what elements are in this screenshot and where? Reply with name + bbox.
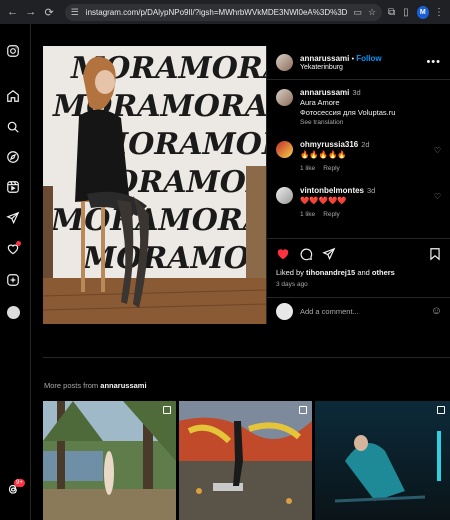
comments-list: annarussami 3d Aura Amore Фотосессия для … [267, 80, 450, 220]
author-username[interactable]: annarussami [300, 54, 349, 63]
profile-avatar[interactable] [5, 304, 21, 320]
address-bar[interactable]: ☰ instagram.com/p/DAlypNPo9Il/?igsh=MWhr… [64, 3, 383, 21]
comment-username[interactable]: vintonbelmontes [300, 186, 364, 195]
comment-text: ❤️❤️❤️❤️❤️ [300, 196, 347, 205]
save-bookmark-icon[interactable] [428, 247, 442, 261]
bookmark-star-icon[interactable]: ☆ [368, 7, 376, 18]
follow-button[interactable]: Follow [356, 54, 381, 63]
comment-item: vintonbelmontes 3d ❤️❤️❤️❤️❤️ 1 like Reply… [276, 186, 441, 220]
comment-like-heart-icon[interactable]: ♡ [434, 192, 441, 201]
url-text[interactable]: instagram.com/p/DAlypNPo9Il/?igsh=MWhrbW… [86, 8, 348, 17]
home-icon[interactable] [5, 88, 21, 104]
post-actions: Liked by tihonandrej15 and others 3 days… [267, 238, 450, 288]
liked-by-prefix: Liked by [276, 268, 304, 277]
reload-icon[interactable]: ⟳ [43, 5, 56, 19]
cast-icon[interactable]: ▭ [353, 7, 362, 18]
messages-send-icon[interactable] [5, 210, 21, 226]
search-icon[interactable] [5, 119, 21, 135]
liked-by-and: and [357, 268, 370, 277]
comment-like-heart-icon[interactable]: ♡ [434, 146, 441, 155]
post-photo[interactable]: MORAMORA MORAMORA MORAMORA MORAMORA MORA… [43, 46, 266, 324]
side-panel-icon[interactable]: ▯ [403, 7, 409, 18]
post-timestamp[interactable]: 3 days ago [276, 281, 442, 288]
caption: annarussami 3d Aura Amore Фотосессия для … [276, 88, 441, 128]
forward-icon[interactable]: → [24, 5, 37, 19]
caption-line: Фотосессия для Voluptas.ru [300, 108, 396, 117]
avatar[interactable] [276, 141, 293, 158]
section-divider [43, 357, 450, 358]
instagram-logo-icon[interactable] [5, 43, 21, 59]
post-header: annarussami • Follow Yekaterinburg ••• [267, 46, 450, 80]
liked-heart-icon[interactable] [276, 247, 290, 261]
post-location[interactable]: Yekaterinburg [300, 64, 382, 71]
post-details-panel: annarussami • Follow Yekaterinburg ••• a… [266, 46, 450, 324]
create-plus-icon[interactable] [5, 272, 21, 288]
see-translation-link[interactable]: See translation [300, 118, 395, 128]
more-posts-username[interactable]: annarussami [100, 381, 146, 390]
notification-badge: 9+ [14, 479, 25, 487]
comment-item: ohmyrussia316 2d 🔥🔥🔥🔥🔥 1 like Reply ♡ [276, 140, 441, 174]
comment-likes[interactable]: 1 like [300, 165, 315, 172]
threads-icon[interactable]: 9+ [5, 479, 25, 497]
liked-by-text: Liked by tihonandrej15 and others [276, 268, 442, 277]
comment-text: 🔥🔥🔥🔥🔥 [300, 150, 347, 159]
backdrop-text: MORAMORA [82, 241, 266, 276]
liked-by-others[interactable]: others [372, 268, 395, 277]
browser-menu-icon[interactable]: ⋮ [434, 7, 444, 18]
reply-button[interactable]: Reply [323, 165, 340, 172]
liked-by-user[interactable]: tihonandrej15 [306, 268, 355, 277]
caption-line: Aura Amore [300, 98, 340, 107]
caption-time[interactable]: 3d [352, 88, 360, 97]
avatar [276, 302, 293, 320]
avatar[interactable] [276, 89, 293, 106]
post-thumbnail[interactable] [315, 401, 450, 520]
browser-toolbar: ← → ⟳ ☰ instagram.com/p/DAlypNPo9Il/?igs… [0, 0, 450, 24]
more-posts-heading: More posts from annarussami [44, 381, 147, 390]
carousel-icon [299, 406, 307, 414]
explore-compass-icon[interactable] [5, 149, 21, 165]
extensions-icon[interactable]: ⧉ [388, 7, 395, 18]
caption-username[interactable]: annarussami [300, 88, 349, 97]
emoji-picker-icon[interactable]: ☺ [431, 305, 442, 317]
notifications-heart-icon[interactable] [5, 241, 21, 257]
comment-time: 2d [361, 140, 370, 149]
reels-icon[interactable] [5, 179, 21, 195]
post-thumbnail[interactable] [179, 401, 312, 520]
comment-time: 3d [367, 186, 376, 195]
notification-dot [16, 241, 21, 246]
avatar [6, 305, 20, 319]
back-icon[interactable]: ← [6, 5, 19, 19]
share-send-icon[interactable] [322, 247, 336, 261]
reply-button[interactable]: Reply [323, 211, 340, 218]
comment-username[interactable]: ohmyrussia316 [300, 140, 358, 149]
sidebar: 9+ [0, 24, 31, 520]
post-thumbnail[interactable] [43, 401, 176, 520]
more-options-icon[interactable]: ••• [426, 56, 441, 68]
comment-bubble-icon[interactable] [299, 247, 313, 261]
browser-profile-avatar[interactable]: M [416, 5, 429, 19]
carousel-icon [437, 406, 445, 414]
separator: • [351, 56, 355, 63]
add-comment-bar: Add a comment... ☺ [267, 297, 450, 324]
carousel-icon [163, 406, 171, 414]
avatar[interactable] [276, 187, 293, 204]
site-info-icon[interactable]: ☰ [71, 7, 81, 17]
avatar[interactable] [276, 54, 293, 71]
more-posts-prefix: More posts from [44, 381, 99, 390]
comment-likes[interactable]: 1 like [300, 211, 315, 218]
comment-input[interactable]: Add a comment... [300, 307, 431, 316]
